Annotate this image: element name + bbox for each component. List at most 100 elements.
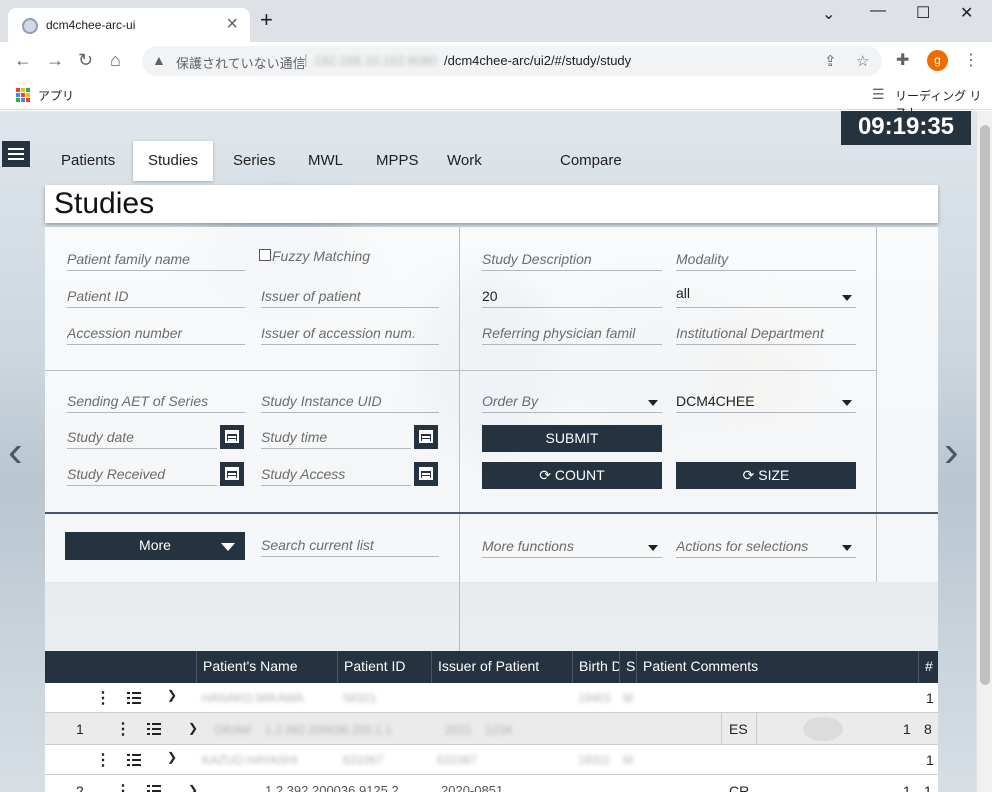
list-icon[interactable]: [147, 723, 161, 735]
scroll-thumb[interactable]: [980, 125, 990, 685]
back-icon[interactable]: ←: [14, 50, 32, 71]
calendar-icon[interactable]: [414, 425, 438, 449]
tab-studies[interactable]: Studies: [133, 141, 213, 181]
forward-icon[interactable]: →: [46, 50, 64, 71]
chevron-right-icon[interactable]: ❯: [188, 721, 198, 735]
spacer-panel: [45, 582, 938, 651]
order-by-select[interactable]: Order By: [482, 389, 662, 413]
aet-select[interactable]: DCM4CHEE: [676, 389, 856, 413]
tab-search-icon[interactable]: ⌄: [822, 4, 835, 24]
close-tab-icon[interactable]: ×: [226, 13, 238, 36]
issuer-of-patient-input[interactable]: Issuer of patient: [261, 284, 439, 308]
reading-list-icon[interactable]: ☰: [872, 86, 885, 103]
more-vertical-icon[interactable]: ⋮: [115, 781, 131, 792]
tab-series[interactable]: Series: [225, 141, 284, 181]
column-header[interactable]: S: [619, 651, 636, 683]
maximize-icon[interactable]: ☐: [916, 3, 930, 23]
referring-physician-input[interactable]: Referring physician famil: [482, 321, 662, 345]
chevron-down-icon[interactable]: ❯: [167, 688, 177, 702]
count-cell: 1: [924, 783, 932, 792]
sex-cell: M: [623, 753, 633, 767]
extensions-icon[interactable]: ✚: [896, 50, 909, 70]
list-icon[interactable]: [147, 785, 161, 792]
patient-id-input[interactable]: Patient ID: [67, 284, 245, 308]
more-functions-label: More functions: [482, 538, 574, 554]
tab-patients[interactable]: Patients: [53, 141, 123, 181]
chevron-down-icon[interactable]: ❯: [167, 750, 177, 764]
more-vertical-icon[interactable]: ⋮: [95, 688, 111, 708]
size-button[interactable]: ⟳ SIZE: [676, 462, 856, 489]
study-access-input[interactable]: Study Access: [261, 462, 411, 486]
study-time-input[interactable]: Study time: [261, 425, 411, 449]
more-vertical-icon[interactable]: ⋮: [95, 750, 111, 770]
table-row[interactable]: 2 ⋮ ❯ 1.2.392.200036.9125.2 2020-0851 CR…: [45, 775, 938, 792]
apps-icon[interactable]: [16, 88, 30, 102]
fuzzy-matching-checkbox[interactable]: [259, 249, 271, 261]
patient-family-name-input[interactable]: Patient family name: [67, 247, 245, 271]
sending-aet-input[interactable]: Sending AET of Series: [67, 389, 245, 413]
tab-work-items[interactable]: Work Items: [439, 141, 492, 209]
tab-mwl[interactable]: MWL: [300, 141, 351, 181]
more-vertical-icon[interactable]: ⋮: [115, 719, 131, 739]
share-icon[interactable]: ⇪: [824, 52, 837, 70]
url-path[interactable]: /dcm4chee-arc/ui2/#/study/study: [444, 53, 631, 68]
column-header[interactable]: Issuer of Patient: [431, 651, 572, 683]
column-header[interactable]: #: [918, 651, 938, 683]
institutional-department-input[interactable]: Institutional Department: [676, 321, 856, 345]
page-scrollbar[interactable]: [976, 111, 992, 792]
study-received-input[interactable]: Study Received: [67, 462, 217, 486]
column-header[interactable]: Patient's Name: [196, 651, 337, 683]
submit-button[interactable]: SUBMIT: [482, 425, 662, 452]
count-button[interactable]: ⟳ COUNT: [482, 462, 662, 489]
count-cell: 8: [924, 721, 932, 737]
browser-menu-icon[interactable]: ⋮: [963, 50, 979, 70]
profile-avatar[interactable]: g: [927, 50, 948, 71]
column-header[interactable]: Birth Date: [572, 651, 619, 683]
actions-for-selections-select[interactable]: Actions for selections: [676, 534, 856, 558]
birth-date-cell: 19311: [578, 753, 611, 767]
column-header[interactable]: Patient Comments: [636, 651, 918, 683]
url-host[interactable]: 192.168.10.162:8080: [314, 53, 437, 68]
apps-link[interactable]: アプリ: [38, 87, 74, 104]
calendar-icon[interactable]: [220, 462, 244, 486]
table-row[interactable]: ⋮ ❯ HANAKO.MIKAWA 58321 19401 M 1: [45, 683, 938, 713]
tab-compare[interactable]: Compare: [552, 141, 630, 181]
chevron-left-icon[interactable]: ‹: [8, 427, 23, 477]
chevron-down-icon: [842, 545, 852, 551]
tab-mpps[interactable]: MPPS: [368, 141, 427, 181]
minimize-icon[interactable]: —: [870, 2, 886, 20]
menu-icon[interactable]: [2, 141, 30, 167]
table-row[interactable]: 1 ⋮ ❯ DRAW 1.2.392.200036.200.1.1 2021 1…: [45, 713, 938, 745]
column-header[interactable]: Patient ID: [337, 651, 431, 683]
home-icon[interactable]: ⌂: [110, 50, 121, 71]
more-button[interactable]: More: [65, 532, 245, 560]
accession-number-input[interactable]: Accession number: [67, 321, 245, 345]
issuer-of-accession-input[interactable]: Issuer of accession num.: [261, 321, 439, 345]
chevron-right-icon[interactable]: ›: [944, 427, 959, 477]
warning-icon[interactable]: ▲: [152, 52, 166, 68]
security-label[interactable]: 保護されていない通信: [176, 53, 306, 72]
calendar-icon[interactable]: [414, 462, 438, 486]
chevron-down-icon: [842, 400, 852, 406]
page-title-panel: Studies: [45, 185, 938, 223]
chevron-right-icon[interactable]: ❯: [188, 783, 198, 792]
reload-icon[interactable]: ↻: [78, 50, 93, 71]
table-row[interactable]: ⋮ ❯ KAZUO.HAYASHI 631067 631067 19311 M …: [45, 745, 938, 775]
list-icon[interactable]: [127, 754, 141, 766]
close-window-icon[interactable]: ✕: [960, 3, 973, 23]
study-date-input[interactable]: Study date: [67, 425, 217, 449]
study-description-input[interactable]: Study Description: [482, 247, 662, 271]
study-instance-uid-input[interactable]: Study Instance UID: [261, 389, 439, 413]
calendar-icon[interactable]: [220, 425, 244, 449]
search-current-list-input[interactable]: Search current list: [261, 533, 439, 557]
limit-input[interactable]: 20: [482, 284, 662, 308]
list-icon[interactable]: [127, 692, 141, 704]
more-functions-select[interactable]: More functions: [482, 534, 662, 558]
star-icon[interactable]: ☆: [856, 52, 869, 70]
row-number: 2: [76, 783, 84, 792]
modality-input[interactable]: Modality: [676, 247, 856, 271]
modality-select[interactable]: all: [676, 281, 856, 308]
browser-tab[interactable]: dcm4chee-arc-ui ×: [8, 8, 250, 42]
new-tab-button[interactable]: +: [260, 9, 273, 31]
address-bar[interactable]: ▲ 保護されていない通信 | 192.168.10.162:8080 /dcm4…: [142, 46, 882, 76]
